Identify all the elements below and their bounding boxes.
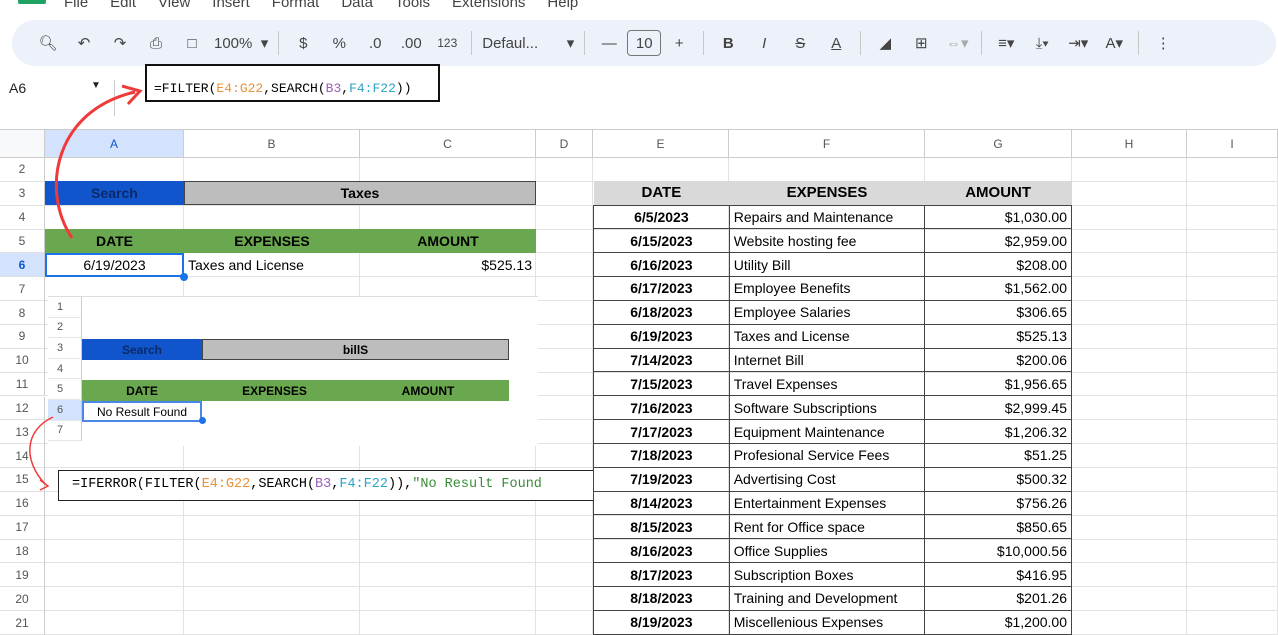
cell-amount[interactable]: $416.95 [924, 562, 1072, 587]
cell-expense[interactable]: Profesional Service Fees [728, 442, 926, 468]
cell-date[interactable]: 8/18/2023 [593, 586, 730, 611]
cell-expense[interactable]: Equipment Maintenance [728, 419, 926, 444]
table-row: 7/16/2023 Software Subscriptions $2,999.45 [593, 395, 1072, 421]
cell-expense[interactable]: Employee Salaries [728, 299, 926, 325]
table-row: 6/19/2023 Taxes and License $525.13 [593, 323, 1072, 349]
cell-date[interactable]: 6/15/2023 [593, 228, 730, 254]
cell-amount[interactable]: $1,200.00 [924, 609, 1072, 635]
table-row: 7/18/2023 Profesional Service Fees $51.25 [593, 442, 1072, 468]
table-row: 8/14/2023 Entertainment Expenses $756.26 [593, 490, 1072, 516]
cell-expense[interactable]: Rent for Office space [728, 514, 926, 540]
expenses-table: DATE EXPENSES AMOUNT 6/5/2023 Repairs and… [593, 181, 1072, 635]
col-amount: AMOUNT [965, 184, 1032, 202]
table-row: 6/15/2023 Website hosting fee $2,959.00 [593, 228, 1072, 254]
cell-amount[interactable]: $306.65 [924, 299, 1072, 325]
cell-date[interactable]: 6/16/2023 [593, 252, 730, 278]
cell-amount[interactable]: $208.00 [924, 252, 1072, 278]
cell-amount[interactable]: $500.32 [924, 466, 1072, 492]
cell-expense[interactable]: Entertainment Expenses [728, 490, 926, 516]
table-row: 8/19/2023 Miscellenious Expenses $1,200.00 [593, 609, 1072, 635]
cell-expense[interactable]: Employee Benefits [728, 276, 926, 301]
cell-expense[interactable]: Miscellenious Expenses [728, 609, 926, 635]
table-header-row: DATE EXPENSES AMOUNT [593, 181, 1072, 205]
cell-expense[interactable]: Taxes and License [728, 323, 926, 349]
cell-expense[interactable]: Office Supplies [728, 538, 926, 564]
cell-date[interactable]: 7/14/2023 [593, 347, 730, 373]
cell-expense[interactable]: Travel Expenses [728, 371, 926, 397]
cell-amount[interactable]: $2,959.00 [924, 228, 1072, 254]
red-arrow-icon [54, 90, 136, 239]
cell-expense[interactable]: Software Subscriptions [728, 395, 926, 421]
cell-date[interactable]: 6/19/2023 [593, 323, 730, 349]
cell-date[interactable]: 6/17/2023 [593, 276, 730, 301]
cell-expense[interactable]: Website hosting fee [728, 228, 926, 254]
cell-date[interactable]: 7/16/2023 [593, 395, 730, 421]
table-row: 6/5/2023 Repairs and Maintenance $1,030.00 [593, 204, 1072, 230]
cell-date[interactable]: 7/18/2023 [593, 442, 730, 468]
cell-amount[interactable]: $1,206.32 [924, 419, 1072, 444]
cell-amount[interactable]: $1,562.00 [924, 276, 1072, 301]
cell-amount[interactable]: $1,956.65 [924, 371, 1072, 397]
cell-expense[interactable]: Repairs and Maintenance [728, 204, 926, 230]
cell-amount[interactable]: $850.65 [924, 514, 1072, 540]
cell-date[interactable]: 7/19/2023 [593, 466, 730, 492]
cell-expense[interactable]: Internet Bill [728, 347, 926, 373]
table-row: 8/18/2023 Training and Development $201.26 [593, 586, 1072, 611]
table-row: 8/17/2023 Subscription Boxes $416.95 [593, 562, 1072, 587]
arrow-head-icon [39, 479, 50, 491]
cell-amount[interactable]: $756.26 [924, 490, 1072, 516]
cell-amount[interactable]: $200.06 [924, 347, 1072, 373]
cell-date[interactable]: 6/18/2023 [593, 299, 730, 325]
small-red-arrow-icon [29, 416, 54, 486]
cell-expense[interactable]: Subscription Boxes [728, 562, 926, 587]
table-row: 6/18/2023 Employee Salaries $306.65 [593, 299, 1072, 325]
cell-amount[interactable]: $51.25 [924, 442, 1072, 468]
cell-amount[interactable]: $525.13 [924, 323, 1072, 349]
table-row: 8/16/2023 Office Supplies $10,000.56 [593, 538, 1072, 564]
cell-amount[interactable]: $201.26 [924, 586, 1072, 611]
cell-date[interactable]: 8/15/2023 [593, 514, 730, 540]
table-row: 7/17/2023 Equipment Maintenance $1,206.32 [593, 419, 1072, 444]
table-row: 7/14/2023 Internet Bill $200.06 [593, 347, 1072, 373]
cell-amount[interactable]: $1,030.00 [924, 204, 1072, 230]
col-date: DATE [641, 184, 682, 202]
table-row: 6/16/2023 Utility Bill $208.00 [593, 252, 1072, 278]
table-row: 8/15/2023 Rent for Office space $850.65 [593, 514, 1072, 540]
cell-amount[interactable]: $10,000.56 [924, 538, 1072, 564]
cell-date[interactable]: 8/14/2023 [593, 490, 730, 516]
cell-expense[interactable]: Utility Bill [728, 252, 926, 278]
cell-date[interactable]: 7/17/2023 [593, 419, 730, 444]
col-expenses: EXPENSES [786, 184, 868, 202]
cell-expense[interactable]: Training and Development [728, 586, 926, 611]
cell-amount[interactable]: $2,999.45 [924, 395, 1072, 421]
cell-expense[interactable]: Advertising Cost [728, 466, 926, 492]
cell-date[interactable]: 8/16/2023 [593, 538, 730, 564]
cell-date[interactable]: 8/19/2023 [593, 609, 730, 635]
cell-date[interactable]: 7/15/2023 [593, 371, 730, 397]
cell-date[interactable]: 8/17/2023 [593, 562, 730, 587]
table-row: 7/15/2023 Travel Expenses $1,956.65 [593, 371, 1072, 397]
cell-date[interactable]: 6/5/2023 [593, 204, 730, 230]
table-row: 6/17/2023 Employee Benefits $1,562.00 [593, 276, 1072, 301]
table-row: 7/19/2023 Advertising Cost $500.32 [593, 466, 1072, 492]
